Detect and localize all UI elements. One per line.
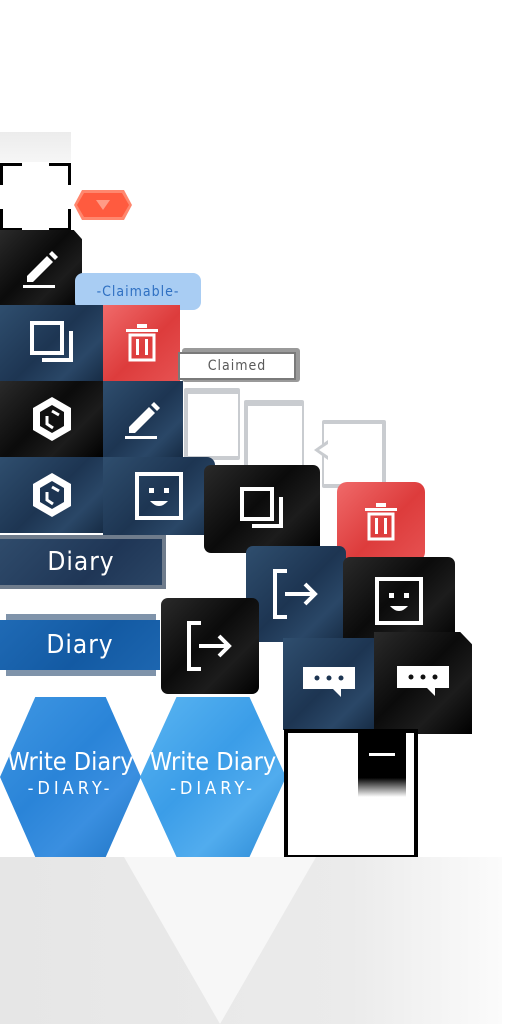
face-button-navy[interactable] <box>103 457 215 535</box>
hexagon-button-navy[interactable] <box>0 457 104 533</box>
claimed-text: Claimed <box>207 358 267 374</box>
trash-icon <box>365 503 397 541</box>
diary-dark-text: Diary <box>47 547 115 577</box>
exit-button-dark[interactable] <box>161 598 259 694</box>
chat-button-navy[interactable] <box>283 638 375 730</box>
smiley-face-icon <box>375 577 423 625</box>
chat-bubble-icon <box>397 666 449 696</box>
hexagon-logo-icon <box>33 397 71 441</box>
write-diary-2-sub: -DIARY- <box>170 778 256 799</box>
copy-icon <box>30 321 73 362</box>
face-button-dark[interactable] <box>343 557 455 645</box>
claimable-text: -Claimable- <box>96 283 180 300</box>
gray-frame-2 <box>244 400 304 472</box>
smiley-face-icon <box>135 472 183 520</box>
delete-button-red-rounded[interactable] <box>337 482 425 562</box>
write-diary-button-1[interactable]: Write Diary -DIARY- <box>0 697 141 857</box>
claimed-label: Claimed <box>178 348 300 384</box>
copy-button-dark[interactable] <box>204 465 320 553</box>
pencil-icon <box>23 251 58 288</box>
write-diary-1-sub: -DIARY- <box>27 778 114 799</box>
copy-button-navy[interactable] <box>0 305 104 381</box>
edit-button-dark[interactable] <box>0 230 82 306</box>
bottom-background <box>0 857 502 1024</box>
write-diary-1-title: Write Diary <box>7 747 134 776</box>
exit-button-navy[interactable] <box>246 546 346 642</box>
top-strip <box>0 132 71 162</box>
minus-button[interactable] <box>358 733 406 797</box>
exit-icon <box>273 569 318 619</box>
exit-icon <box>187 621 232 671</box>
hexagon-button-dark[interactable] <box>0 381 104 457</box>
trash-icon <box>125 324 158 362</box>
minus-icon <box>369 753 395 756</box>
edit-button-navy[interactable] <box>103 381 183 457</box>
diary-button-dark[interactable]: Diary <box>0 535 166 589</box>
orange-down-badge[interactable] <box>74 188 132 222</box>
pencil-icon <box>125 402 160 439</box>
delete-button-red[interactable] <box>103 305 180 381</box>
write-diary-2-title: Write Diary <box>149 747 277 776</box>
chat-button-dark[interactable] <box>374 632 472 734</box>
gray-frame-3 <box>314 420 386 488</box>
hexagon-logo-icon <box>33 473 71 517</box>
copy-icon <box>240 487 283 528</box>
diary-blue-text: Diary <box>46 630 114 660</box>
write-diary-button-2[interactable]: Write Diary -DIARY- <box>140 697 286 857</box>
gray-frame-1 <box>184 388 240 460</box>
diary-button-blue[interactable]: Diary <box>0 614 160 676</box>
selection-frame <box>0 160 74 234</box>
chat-bubble-icon <box>303 667 355 697</box>
